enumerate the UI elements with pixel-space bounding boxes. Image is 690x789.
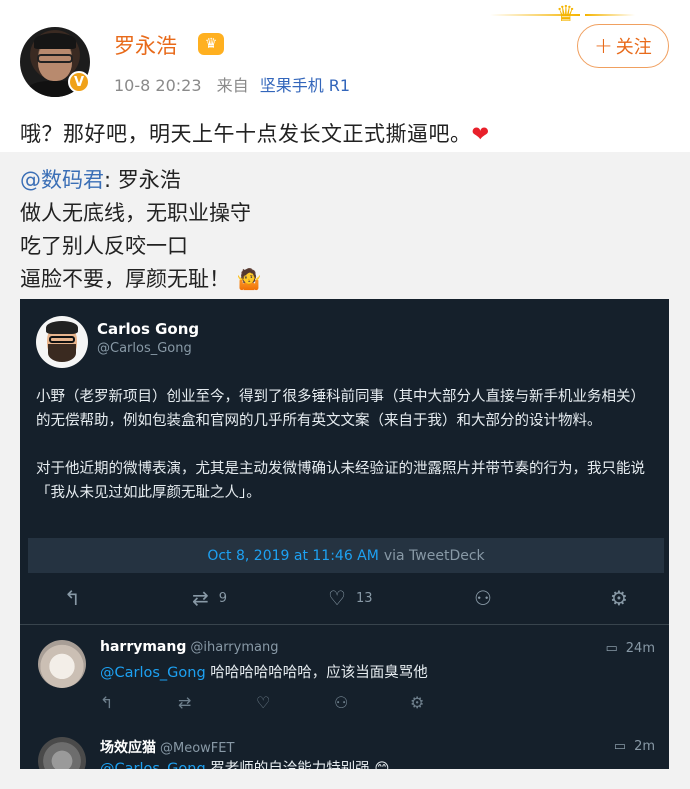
repost-line-3: 逼脸不要，厚颜无耻！ 🤷 (20, 263, 262, 293)
repost-header: @数码君: 罗永浩 (20, 164, 181, 194)
tweet-action-bar: ↰ ⇄ 9 ♡ 13 ⚇ ⚙ (20, 582, 669, 618)
like-action: ♡ 13 (328, 586, 372, 610)
reply-author-handle: @MeowFET (160, 741, 235, 756)
retweet-action: ⇄ 9 (192, 586, 227, 610)
tweet-via: via TweetDeck (383, 547, 485, 564)
retweet-icon: ⇄ (192, 586, 209, 610)
settings-icon: ⚙ (610, 586, 628, 610)
reply-author-name: harrymang (100, 639, 187, 655)
conversation-icon: ▭ (605, 641, 618, 656)
follow-label: 关注 (615, 37, 652, 58)
shrug-emoji-icon: 🤷 (236, 267, 262, 291)
reply-icon: ↰ (100, 693, 114, 712)
verified-badge-icon: V (68, 71, 90, 93)
reply-time-value: 2m (634, 739, 655, 754)
tweet-reply: harrymang @iharrymang ▭ 24m @Carlos_Gong … (20, 625, 669, 721)
crown-decoration-icon: ♛ (556, 2, 576, 27)
tweet-author-name: Carlos Gong (97, 320, 200, 338)
crown-icon: ♛ (198, 33, 224, 55)
post-text-content: 哦？那好吧，明天上午十点发长文正式撕逼吧。 (20, 122, 472, 146)
tweet-paragraph: 小野（老罗新项目）创业至今，得到了很多锤科前同事（其中大部分人直接与新手机业务相… (36, 389, 645, 429)
device-link[interactable]: 坚果手机 R1 (260, 76, 350, 95)
reply-time: ▭ 2m (614, 739, 655, 754)
reply-time-value: 24m (625, 641, 655, 656)
reply-author-handle: @iharrymang (190, 640, 279, 655)
follow-person-icon: ⚇ (334, 693, 349, 712)
reply-mention: @Carlos_Gong (100, 761, 206, 769)
reply-text-content: 罗老师的自洽能力特别强 (205, 761, 370, 769)
post-meta: 10-8 20:23 来自 坚果手机 R1 (114, 72, 350, 96)
tweet-author-handle: @Carlos_Gong (97, 341, 192, 356)
like-count: 13 (355, 590, 373, 606)
tweet-avatar (36, 316, 88, 368)
reply-icon: ↰ (64, 586, 81, 610)
reply-avatar (38, 640, 86, 688)
repost-card[interactable]: @数码君: 罗永浩 做人无底线，无职业操守 吃了别人反咬一口 逼脸不要，厚颜无耻… (0, 152, 690, 789)
tweet-screenshot[interactable]: Carlos Gong @Carlos_Gong 小野（老罗新项目）创业至今，得… (20, 299, 669, 769)
repost-line: 吃了别人反咬一口 (20, 234, 188, 258)
reply-action-bar: ↰ ⇄ ♡ ⚇ ⚙ (100, 693, 440, 717)
reply-author: 场效应猫 @MeowFET (100, 737, 234, 757)
reply-author-name: 场效应猫 (100, 740, 156, 756)
tweet-body: 小野（老罗新项目）创业至今，得到了很多锤科前同事（其中大部分人直接与新手机业务相… (36, 385, 656, 529)
post-header: ♛ V 罗永浩 ♛ 10-8 20:23 来自 坚果手机 R1 + 关注 (0, 0, 690, 110)
like-icon: ♡ (256, 693, 271, 712)
like-icon: ♡ (328, 586, 346, 610)
username[interactable]: 罗永浩 (114, 30, 177, 60)
reply-text: @Carlos_Gong 哈哈哈哈哈哈哈，应该当面臭骂他 (100, 661, 428, 682)
post-time: 10-8 20:23 (114, 76, 202, 95)
reply-mention: @Carlos_Gong (100, 665, 206, 681)
reply-author: harrymang @iharrymang (100, 639, 278, 655)
tweet-paragraph: 对于他近期的微博表演，尤其是主动发微博确认未经验证的泄露照片并带节奏的行为，我只… (36, 461, 645, 501)
conversation-icon: ▭ (613, 739, 627, 754)
reply-time: ▭ 24m (605, 641, 655, 656)
repost-line: 做人无底线，无职业操守 (20, 201, 251, 225)
heart-icon: ❤ (471, 122, 490, 146)
settings-icon: ⚙ (410, 693, 425, 712)
tweet-reply: 场效应猫 @MeowFET ▭ 2m @Carlos_Gong 罗老师的自洽能力特… (20, 723, 669, 769)
post-text: 哦？那好吧，明天上午十点发长文正式撕逼吧。❤ (20, 118, 490, 148)
follow-person-icon: ⚇ (474, 586, 492, 610)
repost-line-text: 逼脸不要，厚颜无耻！ (20, 267, 230, 291)
retweet-count: 9 (218, 590, 228, 606)
tweet-date: Oct 8, 2019 at 11:46 AM (207, 547, 379, 564)
plus-icon: + (594, 33, 613, 59)
retweet-icon: ⇄ (178, 693, 192, 712)
smile-emoji-icon: 😊 (369, 761, 390, 769)
reply-text: @Carlos_Gong 罗老师的自洽能力特别强 😊 (100, 757, 390, 769)
reply-text-content: 哈哈哈哈哈哈哈，应该当面臭骂他 (205, 665, 428, 681)
decoration-line (585, 14, 635, 16)
repost-title: : 罗永浩 (104, 168, 181, 192)
from-label: 来自 (216, 76, 249, 95)
tweet-timestamp: Oct 8, 2019 at 11:46 AM via TweetDeck (28, 538, 664, 573)
reply-avatar (38, 737, 86, 769)
repost-user-link[interactable]: @数码君 (20, 168, 104, 192)
follow-button[interactable]: + 关注 (577, 24, 669, 68)
